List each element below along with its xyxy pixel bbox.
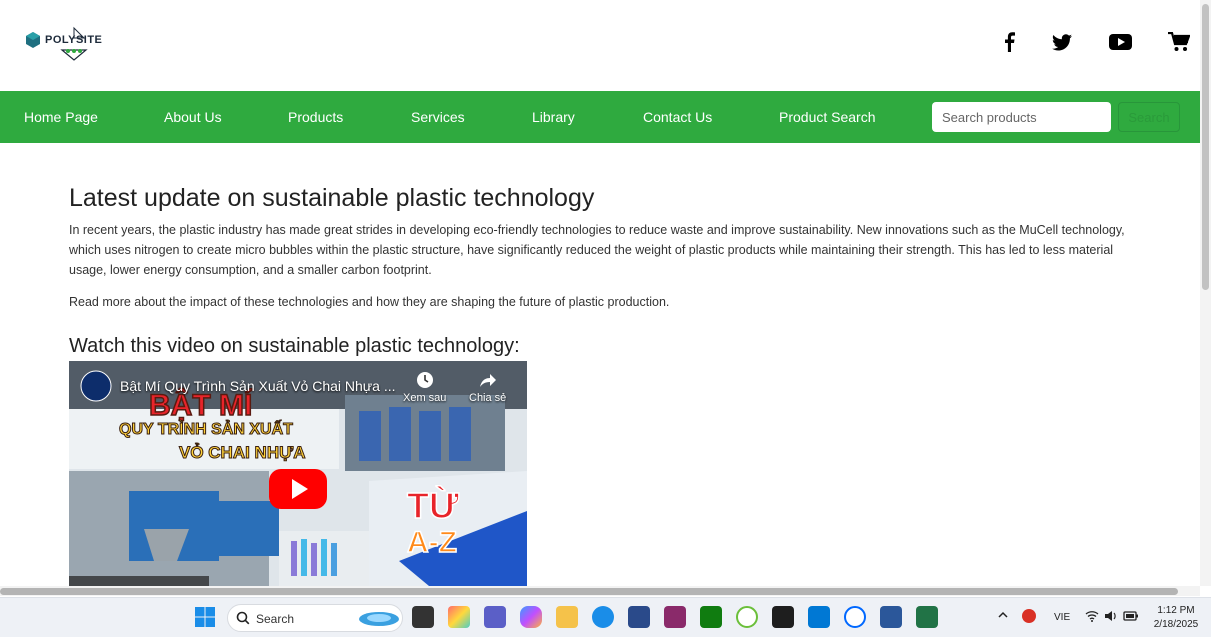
- clock-date: 2/18/2025: [1153, 619, 1199, 630]
- clock-time: 1:12 PM: [1157, 605, 1195, 616]
- windows-start-icon[interactable]: [194, 606, 216, 628]
- nav-contact-us[interactable]: Contact Us: [643, 91, 712, 143]
- thumb-badge1: TỪ: [406, 484, 459, 527]
- thumb-line3: VỎ CHAI NHỰA: [179, 443, 306, 463]
- nav-product-search[interactable]: Product Search: [779, 91, 876, 143]
- volume-icon[interactable]: [1104, 609, 1118, 623]
- clock-icon: [416, 372, 433, 388]
- vertical-scrollbar[interactable]: [1200, 0, 1211, 586]
- search-button[interactable]: Search: [1118, 102, 1180, 132]
- browser-viewport: POLYSITE Home Page About Us Products Ser…: [0, 0, 1211, 586]
- battery-icon[interactable]: [1123, 609, 1139, 623]
- horizontal-scrollbar[interactable]: [0, 586, 1200, 596]
- share-label: Chia sẻ: [469, 392, 507, 404]
- search-icon: [236, 611, 250, 625]
- nav-products[interactable]: Products: [288, 91, 343, 143]
- article: Latest update on sustainable plastic tec…: [69, 182, 1129, 359]
- play-button[interactable]: [269, 469, 327, 509]
- vertical-scrollbar-thumb[interactable]: [1202, 4, 1209, 290]
- widgets-icon[interactable]: [448, 606, 470, 628]
- excel-icon[interactable]: [916, 606, 938, 628]
- search-highlight-icon: [359, 612, 399, 626]
- word-icon[interactable]: [880, 606, 902, 628]
- article-title: Latest update on sustainable plastic tec…: [69, 184, 595, 212]
- video-embed[interactable]: BẬT MÍ QUY TRÌNH SẢN XUẤT VỎ CHAI NHỰA T…: [69, 361, 527, 586]
- store-icon[interactable]: [628, 606, 650, 628]
- task-view-icon[interactable]: [412, 606, 434, 628]
- taskbar-search-label: Search: [256, 612, 295, 626]
- xbox-icon[interactable]: [700, 606, 722, 628]
- clock[interactable]: 1:12 PM 2/18/2025: [1146, 604, 1206, 632]
- thumb-line2: QUY TRÌNH SẢN XUẤT: [119, 421, 294, 439]
- article-body: In recent years, the plastic industry ha…: [69, 223, 1125, 277]
- taskbar: Search VIE 1:12 PM 2/18/2025: [0, 597, 1211, 637]
- logo[interactable]: POLYSITE: [24, 24, 110, 62]
- chevron-up-icon[interactable]: [996, 608, 1010, 622]
- watch-later-label: Xem sau: [403, 392, 447, 404]
- thumb-badge2: A-Z: [406, 525, 457, 560]
- facebook-icon[interactable]: [1000, 29, 1018, 55]
- horizontal-scrollbar-thumb[interactable]: [0, 588, 1178, 595]
- browser-icon[interactable]: [736, 606, 758, 628]
- video-heading: Watch this video on sustainable plastic …: [69, 335, 520, 357]
- video-title[interactable]: Bật Mí Quy Trình Sản Xuất Vỏ Chai Nhựa .…: [120, 378, 396, 394]
- youtube-icon[interactable]: [1108, 29, 1132, 55]
- nav-library[interactable]: Library: [532, 91, 575, 143]
- taskbar-search[interactable]: Search: [227, 604, 403, 632]
- thumb-line1: BẬT MÍ: [148, 388, 253, 423]
- read-more-text: Read more about the impact of these tech…: [69, 295, 670, 309]
- nav-about-us[interactable]: About Us: [164, 91, 222, 143]
- cart-icon[interactable]: [1167, 29, 1191, 55]
- edge-icon[interactable]: [592, 606, 614, 628]
- search-input[interactable]: [932, 102, 1111, 132]
- copilot-icon[interactable]: [520, 606, 542, 628]
- vscode-icon[interactable]: [808, 606, 830, 628]
- zalo-icon[interactable]: [844, 606, 866, 628]
- site-header: POLYSITE: [0, 0, 1200, 91]
- twitter-icon[interactable]: [1051, 29, 1073, 55]
- watch-later-button[interactable]: Xem sau: [403, 371, 446, 404]
- nav-services[interactable]: Services: [411, 91, 465, 143]
- logo-text: POLYSITE: [45, 34, 103, 46]
- share-button[interactable]: Chia sẻ: [469, 371, 506, 404]
- teams-icon[interactable]: [484, 606, 506, 628]
- security-icon[interactable]: [1022, 609, 1036, 623]
- share-icon: [479, 374, 496, 387]
- file-explorer-icon[interactable]: [556, 606, 578, 628]
- wifi-icon[interactable]: [1085, 609, 1099, 623]
- figma-icon[interactable]: [772, 606, 794, 628]
- nav-home-page[interactable]: Home Page: [24, 91, 98, 143]
- language-indicator[interactable]: VIE: [1054, 612, 1070, 623]
- app-icon[interactable]: [664, 606, 686, 628]
